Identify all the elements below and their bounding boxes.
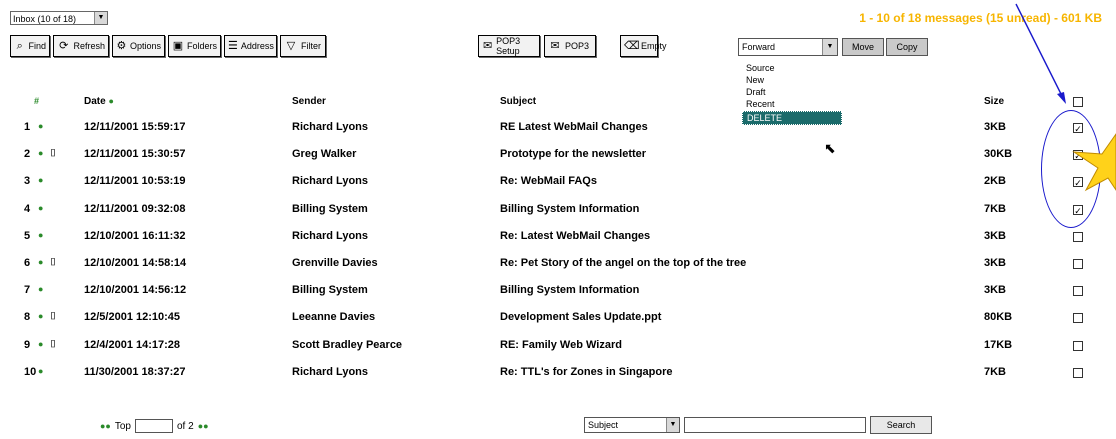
pager: ●● Top of 2 ●● (100, 419, 209, 433)
search-field-value: Subject (588, 420, 619, 430)
search-input[interactable] (684, 417, 866, 433)
page-number-input[interactable] (135, 419, 173, 433)
search-button[interactable]: Search (870, 416, 932, 434)
first-page-icon[interactable]: ●● (100, 421, 111, 431)
star-icon (1072, 133, 1116, 192)
annotation-arrow (1015, 3, 1066, 104)
pager-of-label: of 2 (177, 420, 194, 432)
next-page-icon[interactable]: ●● (198, 421, 209, 431)
pager-top-label: Top (114, 420, 131, 432)
search-field-select[interactable]: Subject ▼ (584, 417, 680, 433)
chevron-down-icon: ▼ (666, 418, 679, 432)
